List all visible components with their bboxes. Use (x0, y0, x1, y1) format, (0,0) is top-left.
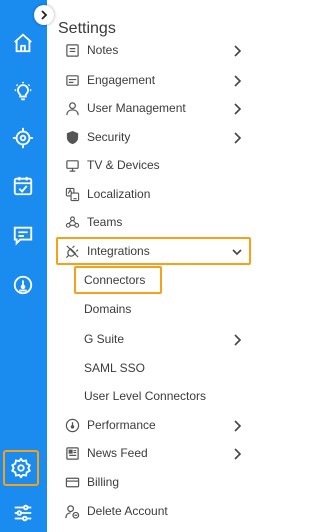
menu-item-label: Billing (87, 475, 120, 489)
card-icon (64, 474, 80, 490)
gear-icon[interactable] (3, 450, 39, 486)
menu-item-label: TV & Devices (87, 158, 160, 172)
menu-item-integrations[interactable]: Integrations (47, 237, 258, 265)
menu-item-notes[interactable]: Notes (47, 38, 258, 64)
menu-item-label: Teams (87, 215, 123, 229)
gauge-icon (64, 417, 80, 433)
menu-item-tv-devices[interactable]: TV & Devices (47, 151, 258, 179)
left-nav-rail (0, 0, 47, 532)
translate-icon (64, 186, 80, 202)
menu-item-label: Performance (87, 418, 156, 432)
menu-item-label: Integrations (87, 244, 150, 258)
menu-item-label: News Feed (87, 446, 148, 460)
menu-item-label: Engagement (87, 73, 156, 87)
menu-item-label: User Level Connectors (84, 389, 207, 403)
menu-item-performance[interactable]: Performance (47, 411, 258, 439)
shield-icon (64, 129, 80, 145)
menu-item-label: SAML SSO (84, 361, 145, 375)
plug-icon (64, 243, 80, 259)
chat-icon[interactable] (8, 220, 38, 250)
user-delete-icon (64, 503, 80, 519)
menu-item-user-level-connectors[interactable]: User Level Connectors (47, 382, 258, 410)
menu-item-security[interactable]: Security (47, 123, 258, 151)
menu-item-label: Notes (87, 43, 119, 57)
collapse-sidebar-button[interactable] (34, 5, 54, 25)
bulb-icon[interactable] (8, 77, 38, 107)
menu-item-delete-account[interactable]: Delete Account (47, 497, 258, 525)
teams-icon (64, 214, 80, 230)
menu-item-billing[interactable]: Billing (47, 468, 258, 496)
notes-icon (64, 42, 80, 58)
chevron-down-icon (232, 245, 242, 257)
sliders-icon[interactable] (8, 498, 38, 528)
calendar-check-icon[interactable] (8, 171, 38, 201)
menu-item-label: G Suite (84, 332, 125, 346)
engagement-icon (64, 72, 80, 88)
home-icon[interactable] (8, 28, 38, 58)
menu-item-label: Localization (87, 187, 151, 201)
tv-icon (64, 157, 80, 173)
menu-item-connectors[interactable]: Connectors (47, 266, 258, 294)
chevron-right-icon (232, 102, 242, 115)
settings-title: Settings (58, 20, 116, 37)
target-icon[interactable] (8, 123, 38, 153)
menu-item-domains[interactable]: Domains (47, 295, 258, 323)
menu-item-localization[interactable]: Localization (47, 180, 258, 208)
menu-item-user-management[interactable]: User Management (47, 94, 258, 122)
user-icon (64, 100, 80, 116)
menu-item-engagement[interactable]: Engagement (47, 66, 258, 94)
menu-item-news-feed[interactable]: News Feed (47, 439, 258, 467)
menu-item-label: Security (87, 130, 131, 144)
menu-item-saml-sso[interactable]: SAML SSO (47, 354, 258, 382)
chevron-right-icon (41, 10, 48, 20)
chevron-right-icon (232, 74, 242, 87)
news-icon (64, 445, 80, 461)
chevron-right-icon (232, 44, 242, 57)
menu-item-label: Domains (84, 302, 132, 316)
chevron-right-icon (232, 131, 242, 144)
menu-item-teams[interactable]: Teams (47, 208, 258, 236)
menu-item-g-suite[interactable]: G Suite (47, 325, 258, 353)
menu-item-label: Connectors (84, 273, 146, 287)
chevron-right-icon (232, 447, 242, 460)
chevron-right-icon (232, 419, 242, 432)
gauge-icon[interactable] (8, 270, 38, 300)
chevron-right-icon (232, 333, 242, 346)
settings-nav: Notes Engagement User Management Securit… (47, 38, 258, 532)
menu-item-label: User Management (87, 101, 186, 115)
menu-item-label: Delete Account (87, 504, 168, 518)
